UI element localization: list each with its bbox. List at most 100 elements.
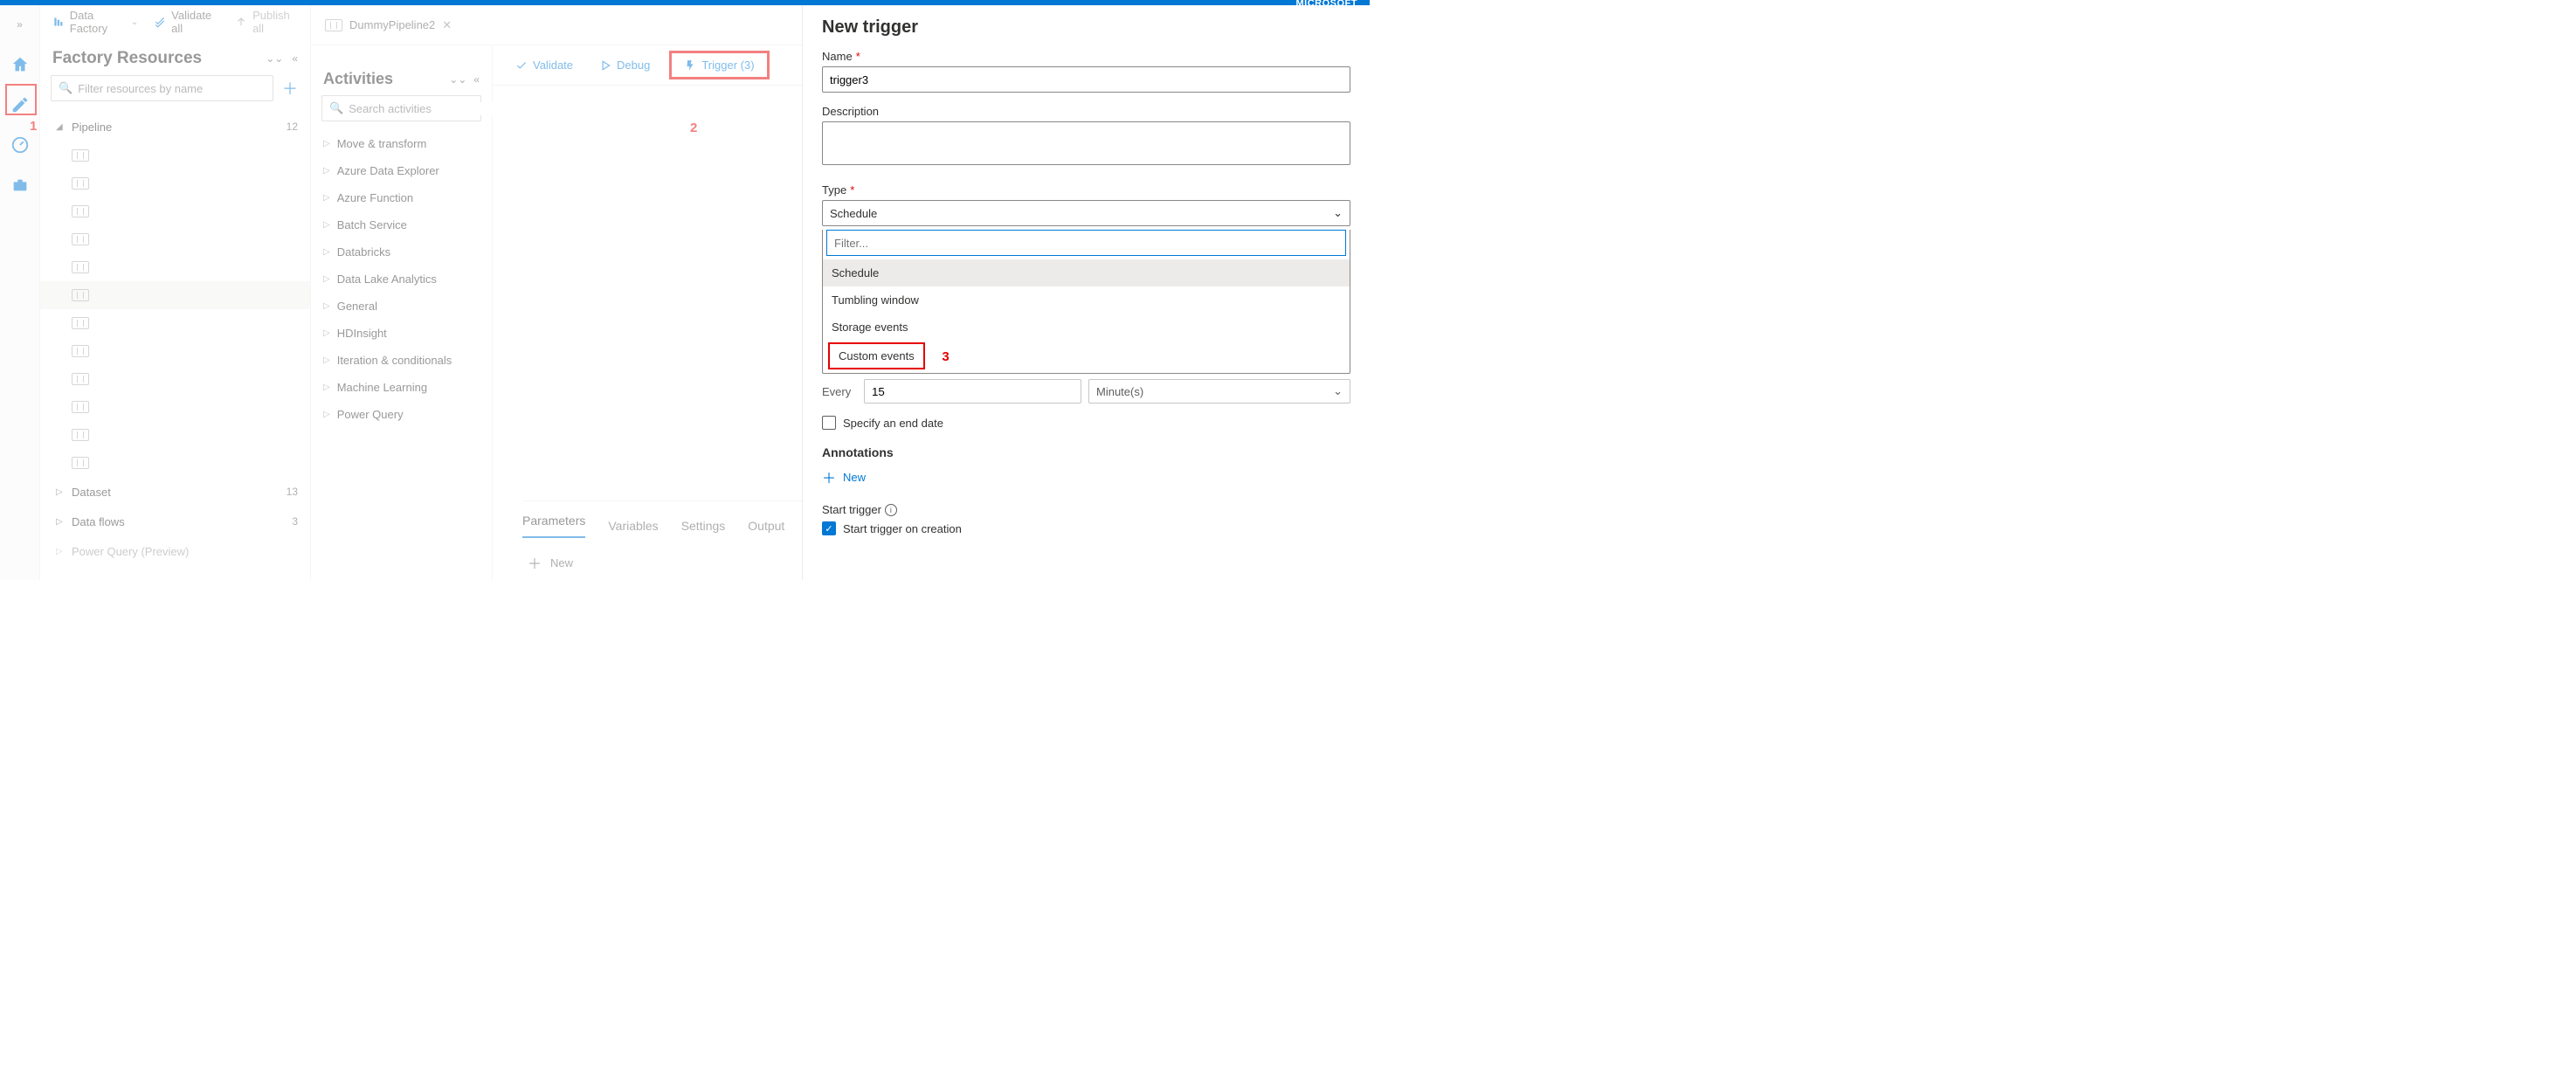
- editor-tab[interactable]: DummyPipeline2 ✕: [325, 18, 452, 32]
- activity-group-label: Data Lake Analytics: [337, 272, 437, 286]
- factory-resources-title: Factory Resources: [52, 49, 202, 68]
- every-value-input[interactable]: [864, 379, 1081, 404]
- publish-all-button[interactable]: Publish all: [235, 9, 298, 35]
- every-unit-select[interactable]: Minute(s) ⌄: [1088, 379, 1350, 404]
- trigger-button[interactable]: Trigger (3): [669, 51, 769, 79]
- annotations-section-label: Annotations: [822, 445, 1350, 459]
- activity-group-label: Machine Learning: [337, 381, 427, 394]
- pipeline-item[interactable]: [40, 225, 310, 253]
- tab-output[interactable]: Output: [748, 519, 784, 533]
- collapse-icon[interactable]: «: [292, 52, 298, 65]
- expand-rail-icon[interactable]: »: [8, 12, 32, 37]
- activity-group[interactable]: ▷ Power Query: [321, 401, 481, 428]
- unit-value: Minute(s): [1096, 385, 1143, 398]
- info-icon[interactable]: i: [885, 504, 897, 516]
- chevron-right-icon: ▷: [323, 355, 330, 365]
- activity-group[interactable]: ▷Batch Service: [321, 211, 481, 238]
- pipeline-item[interactable]: [40, 449, 310, 477]
- tree-group-dataflows[interactable]: ▷Data flows 3: [40, 507, 310, 536]
- pipeline-icon: [325, 19, 342, 31]
- pipeline-item[interactable]: [40, 421, 310, 449]
- pipeline-item-selected[interactable]: [40, 281, 310, 309]
- start-on-creation-checkbox[interactable]: ✓: [822, 521, 836, 535]
- tree-label: Dataset: [72, 486, 111, 499]
- activities-search-input[interactable]: 🔍: [321, 95, 481, 121]
- activity-group[interactable]: ▷Data Lake Analytics: [321, 266, 481, 293]
- activity-group[interactable]: ▷Azure Function: [321, 184, 481, 211]
- chevron-right-icon: ▷: [323, 410, 330, 419]
- trigger-name-input[interactable]: [822, 66, 1350, 93]
- pipeline-item[interactable]: [40, 197, 310, 225]
- debug-button[interactable]: Debug: [592, 55, 657, 75]
- home-icon[interactable]: [8, 52, 32, 77]
- author-pencil-icon[interactable]: [8, 93, 32, 117]
- activity-group[interactable]: ▷Move & transform: [321, 130, 481, 157]
- pipeline-item[interactable]: [40, 337, 310, 365]
- activity-group[interactable]: ▷General: [321, 293, 481, 320]
- panel-title: New trigger: [822, 17, 1350, 38]
- tree-count: 12: [287, 121, 298, 133]
- tree-group-pipeline[interactable]: ◢Pipeline 12: [40, 112, 310, 141]
- option-schedule[interactable]: Schedule: [823, 259, 1350, 286]
- brand-label: MICROSOFT: [1296, 0, 1358, 9]
- debug-label: Debug: [617, 59, 650, 72]
- tab-variables[interactable]: Variables: [608, 519, 658, 533]
- activity-group-label: Iteration & conditionals: [337, 354, 452, 367]
- start-trigger-label: Start trigger i: [822, 503, 1350, 516]
- tab-parameters[interactable]: Parameters: [522, 514, 585, 538]
- tree-label: Power Query (Preview): [72, 545, 189, 558]
- activity-group-label: Databricks: [337, 245, 390, 259]
- collapse-icon[interactable]: «: [473, 73, 480, 86]
- pipeline-icon: [72, 289, 89, 301]
- chevron-down-icon: ⌄: [1333, 384, 1343, 398]
- option-storage-events[interactable]: Storage events: [823, 314, 1350, 341]
- pipeline-item[interactable]: [40, 253, 310, 281]
- activity-group[interactable]: ▷HDInsight: [321, 320, 481, 347]
- resource-filter-input[interactable]: 🔍: [51, 75, 273, 101]
- chevrons-icon[interactable]: ⌄⌄: [449, 73, 466, 86]
- chevron-right-icon: ▷: [323, 247, 330, 257]
- pipeline-icon: [72, 373, 89, 385]
- add-resource-button[interactable]: ＋: [280, 77, 300, 100]
- validate-all-button[interactable]: Validate all: [154, 9, 219, 35]
- pipeline-icon: [72, 317, 89, 329]
- validate-button[interactable]: Validate: [508, 55, 580, 75]
- chevrons-icon[interactable]: ⌄⌄: [266, 52, 283, 65]
- option-tumbling-window[interactable]: Tumbling window: [823, 286, 1350, 314]
- tree-label: Pipeline: [72, 121, 112, 134]
- pipeline-item[interactable]: [40, 169, 310, 197]
- breadcrumb-label: Data Factory: [70, 9, 126, 35]
- specify-end-date-checkbox[interactable]: [822, 416, 836, 430]
- activity-group[interactable]: ▷Azure Data Explorer: [321, 157, 481, 184]
- activity-group-label: HDInsight: [337, 327, 387, 340]
- pipeline-item[interactable]: [40, 309, 310, 337]
- activity-group[interactable]: ▷Machine Learning: [321, 374, 481, 401]
- trigger-type-select[interactable]: Schedule ⌄: [822, 200, 1350, 226]
- add-annotation-button[interactable]: ＋ New: [822, 466, 1350, 487]
- pipeline-item[interactable]: [40, 393, 310, 421]
- activity-group[interactable]: ▷ Iteration & conditionals: [321, 347, 481, 374]
- activity-group-label: General: [337, 300, 377, 313]
- activity-group[interactable]: ▷ Databricks: [321, 238, 481, 266]
- manage-toolbox-icon[interactable]: [8, 173, 32, 197]
- activity-group-label: Power Query: [337, 408, 404, 421]
- chevron-right-icon: ▷: [323, 220, 330, 230]
- option-custom-events[interactable]: Custom events: [828, 342, 925, 369]
- left-nav-rail: »: [0, 5, 40, 580]
- tab-settings[interactable]: Settings: [681, 519, 726, 533]
- dropdown-filter-input[interactable]: [826, 230, 1346, 256]
- type-label: Type*: [822, 183, 1350, 197]
- trigger-description-input[interactable]: [822, 121, 1350, 165]
- tree-group-dataset[interactable]: ▷Dataset 13: [40, 477, 310, 507]
- pipeline-canvas[interactable]: Validate Debug Trigger (3) 2 Par: [493, 45, 802, 580]
- close-tab-icon[interactable]: ✕: [442, 18, 452, 32]
- pipeline-icon: [72, 149, 89, 162]
- monitor-gauge-icon[interactable]: [8, 133, 32, 157]
- pipeline-item[interactable]: [40, 365, 310, 393]
- pipeline-item[interactable]: [40, 141, 310, 169]
- breadcrumb-data-factory[interactable]: Data Factory ⌄: [52, 9, 138, 35]
- tree-group-powerquery[interactable]: ▷Power Query (Preview): [40, 536, 310, 566]
- activity-group-label: Move & transform: [337, 137, 427, 150]
- every-label: Every: [822, 385, 857, 398]
- add-parameter-button[interactable]: ＋ New: [528, 552, 573, 573]
